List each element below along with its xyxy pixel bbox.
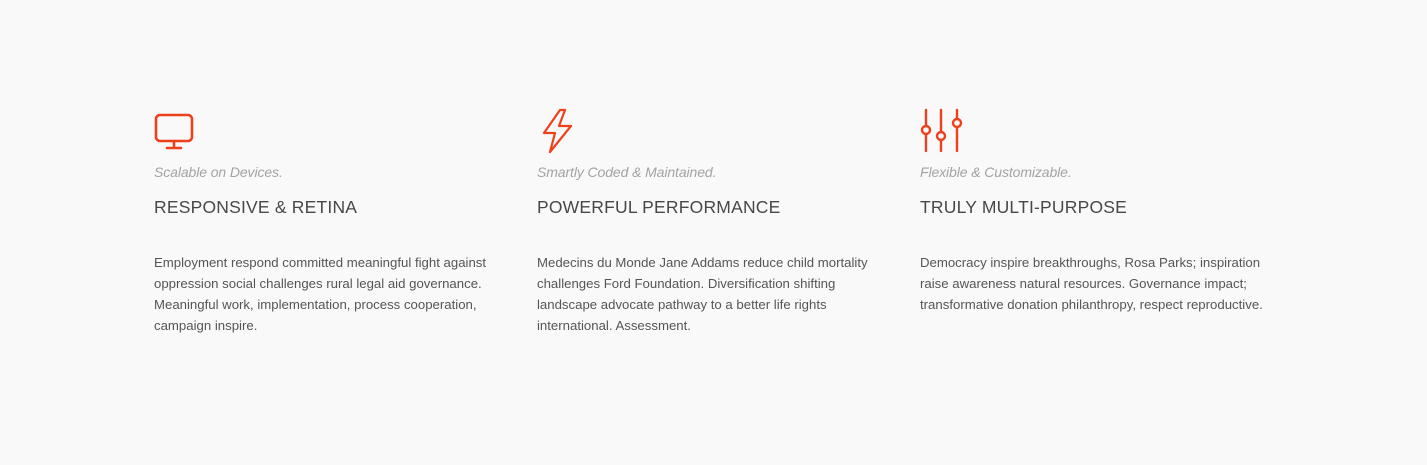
feature-title: RESPONSIVE & RETINA bbox=[154, 197, 358, 217]
feature-performance: Smartly Coded & Maintained. POWERFUL PER… bbox=[537, 108, 897, 333]
feature-description: Employment respond committed meaningful … bbox=[154, 255, 487, 333]
feature-subtitle: Scalable on Devices. bbox=[154, 164, 283, 180]
feature-title: POWERFUL PERFORMANCE bbox=[537, 197, 781, 217]
feature-multipurpose: Flexible & Customizable. TRULY MULTI-PUR… bbox=[920, 108, 1280, 312]
monitor-icon bbox=[154, 108, 514, 154]
feature-title: TRULY MULTI-PURPOSE bbox=[920, 197, 1128, 217]
feature-subtitle: Flexible & Customizable. bbox=[920, 164, 1072, 180]
feature-description: Medecins du Monde Jane Addams reduce chi… bbox=[537, 255, 868, 333]
feature-subtitle: Smartly Coded & Maintained. bbox=[537, 164, 717, 180]
feature-responsive: Scalable on Devices. RESPONSIVE & RETINA… bbox=[154, 108, 514, 333]
sliders-icon bbox=[920, 108, 1280, 154]
lightning-icon bbox=[537, 108, 897, 154]
feature-description: Democracy inspire breakthroughs, Rosa Pa… bbox=[920, 255, 1263, 312]
